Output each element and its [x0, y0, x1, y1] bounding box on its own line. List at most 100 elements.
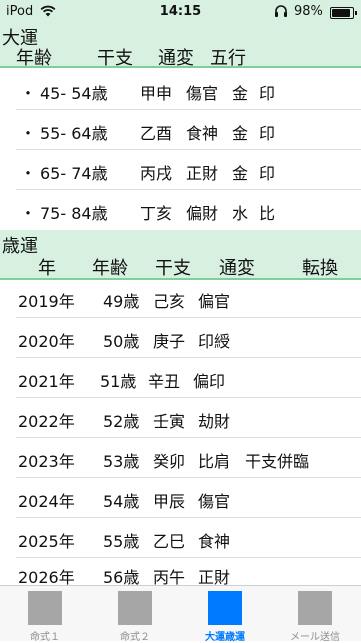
- saiun-tsuhen: 正財: [198, 568, 231, 585]
- taiun-element: 金: [232, 84, 249, 103]
- taiun-relation: 印: [259, 124, 276, 143]
- saiun-title: 歳運: [2, 236, 38, 257]
- saiun-row[interactable]: 2022年 52歳 壬寅 劫財: [0, 398, 361, 438]
- taiun-relation: 比: [259, 204, 276, 223]
- taiun-col-gogyo: 五行: [210, 48, 246, 69]
- taiun-age: 65- 74歳: [40, 164, 108, 183]
- taiun-kanshi: 丙戌: [140, 164, 173, 183]
- saiun-kanshi: 丙午: [153, 568, 186, 585]
- tab-label: メール送信: [290, 632, 340, 643]
- taiun-row[interactable]: ・ 55- 64歳 乙酉 食神 金 印: [0, 110, 361, 150]
- taiun-col-tsuhen: 通変: [158, 48, 194, 69]
- taiun-age: 75- 84歳: [40, 204, 108, 223]
- saiun-tsuhen: 劫財: [198, 412, 231, 431]
- taiun-relation: 印: [259, 84, 276, 103]
- taiun-age: 55- 64歳: [40, 124, 108, 143]
- saiun-tsuhen: 比肩: [198, 452, 231, 471]
- tab-placeholder-icon: [118, 591, 152, 625]
- headphones-icon: [274, 4, 288, 22]
- saiun-tsuhen: 偏官: [198, 292, 231, 311]
- saiun-tenkan: 干支併臨: [245, 452, 310, 471]
- taiun-tsuhen: 偏財: [186, 204, 219, 223]
- saiun-tsuhen: 食神: [198, 532, 231, 551]
- tab-label: 命式１: [30, 632, 60, 643]
- tab-label: 大運歳運: [205, 632, 245, 643]
- saiun-year: 2024年: [18, 492, 75, 511]
- tab-bar: 命式１ 命式２ 大運歳運 メール送信: [0, 585, 361, 643]
- taiun-kanshi: 乙酉: [140, 124, 173, 143]
- saiun-age: 50歳: [103, 332, 140, 351]
- saiun-age: 52歳: [103, 412, 140, 431]
- taiun-col-kanshi: 干支: [97, 48, 133, 69]
- taiun-tsuhen: 正財: [186, 164, 219, 183]
- taiun-relation: 印: [259, 164, 276, 183]
- taiun-element: 金: [232, 124, 249, 143]
- battery-fill: [332, 9, 350, 17]
- taiun-tsuhen: 食神: [186, 124, 219, 143]
- taiun-row[interactable]: ・ 75- 84歳 丁亥 偏財 水 比: [0, 190, 361, 230]
- taiun-row[interactable]: ・ 45- 54歳 甲申 傷官 金 印: [0, 70, 361, 110]
- saiun-age: 54歳: [103, 492, 140, 511]
- saiun-row[interactable]: 2025年 55歳 乙巳 食神: [0, 518, 361, 558]
- saiun-row[interactable]: 2020年 50歳 庚子 印綬: [0, 318, 361, 358]
- row-bullet: ・: [20, 204, 37, 223]
- taiun-col-age: 年齢: [16, 48, 52, 69]
- saiun-row[interactable]: 2021年 51歳 辛丑 偏印: [0, 358, 361, 398]
- saiun-tsuhen: 傷官: [198, 492, 231, 511]
- taiun-kanshi: 丁亥: [140, 204, 173, 223]
- saiun-age: 49歳: [103, 292, 140, 311]
- saiun-col-kanshi: 干支: [155, 258, 191, 279]
- saiun-col-tsuhen: 通変: [219, 258, 255, 279]
- tab-meishiki-2[interactable]: 命式２: [90, 586, 180, 643]
- tab-taiun-saiun[interactable]: 大運歳運: [180, 586, 270, 643]
- saiun-header: 歳運 年 年齢 干支 通変 転換: [0, 230, 361, 280]
- tab-label: 命式２: [120, 632, 150, 643]
- saiun-col-year: 年: [38, 258, 56, 279]
- saiun-kanshi: 庚子: [153, 332, 186, 351]
- saiun-year: 2021年: [18, 372, 75, 391]
- taiun-element: 水: [232, 204, 249, 223]
- tab-meishiki-1[interactable]: 命式１: [0, 586, 90, 643]
- saiun-kanshi: 癸卯: [153, 452, 186, 471]
- saiun-age: 51歳: [100, 372, 137, 391]
- saiun-kanshi: 壬寅: [153, 412, 186, 431]
- row-bullet: ・: [20, 84, 37, 103]
- saiun-tsuhen: 偏印: [193, 372, 226, 391]
- saiun-row[interactable]: 2026年 56歳 丙午 正財: [0, 558, 361, 585]
- saiun-row[interactable]: 2024年 54歳 甲辰 傷官: [0, 478, 361, 518]
- saiun-age: 55歳: [103, 532, 140, 551]
- taiun-element: 金: [232, 164, 249, 183]
- taiun-header: 大運 年齢 干支 通変 五行: [0, 24, 361, 69]
- taiun-row[interactable]: ・ 65- 74歳 丙戌 正財 金 印: [0, 150, 361, 190]
- saiun-age: 56歳: [103, 568, 140, 585]
- saiun-tsuhen: 印綬: [198, 332, 231, 351]
- status-bar: iPod 14:15 98%: [0, 0, 361, 24]
- saiun-col-tenkan: 転換: [302, 258, 338, 279]
- saiun-year: 2020年: [18, 332, 75, 351]
- tab-placeholder-icon: [208, 591, 242, 625]
- taiun-age: 45- 54歳: [40, 84, 108, 103]
- taiun-kanshi: 甲申: [140, 84, 173, 103]
- battery-tip: [355, 11, 357, 15]
- saiun-row[interactable]: 2023年 53歳 癸卯 比肩 干支併臨: [0, 438, 361, 478]
- row-bullet: ・: [20, 164, 37, 183]
- tab-placeholder-icon: [298, 591, 332, 625]
- saiun-year: 2026年: [18, 568, 75, 585]
- saiun-kanshi: 辛丑: [148, 372, 181, 391]
- saiun-year: 2025年: [18, 532, 75, 551]
- saiun-kanshi: 乙巳: [153, 532, 186, 551]
- saiun-col-age: 年齢: [92, 258, 128, 279]
- saiun-row[interactable]: 2019年 49歳 己亥 偏官: [0, 278, 361, 318]
- saiun-kanshi: 甲辰: [153, 492, 186, 511]
- battery-percent: 98%: [294, 4, 323, 19]
- saiun-year: 2023年: [18, 452, 75, 471]
- tab-mail-send[interactable]: メール送信: [270, 586, 360, 643]
- row-bullet: ・: [20, 124, 37, 143]
- saiun-year: 2019年: [18, 292, 75, 311]
- taiun-tsuhen: 傷官: [186, 84, 219, 103]
- saiun-age: 53歳: [103, 452, 140, 471]
- saiun-kanshi: 己亥: [153, 292, 186, 311]
- tab-placeholder-icon: [28, 591, 62, 625]
- battery-icon: [330, 7, 357, 19]
- saiun-year: 2022年: [18, 412, 75, 431]
